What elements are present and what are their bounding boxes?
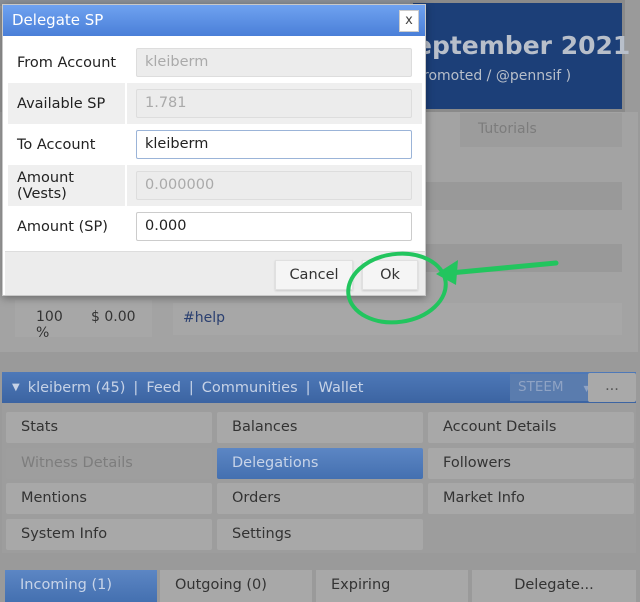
annotation-overlay	[346, 251, 559, 325]
arrow-annotation	[447, 260, 559, 276]
highlight-circle-annotation	[346, 251, 448, 325]
